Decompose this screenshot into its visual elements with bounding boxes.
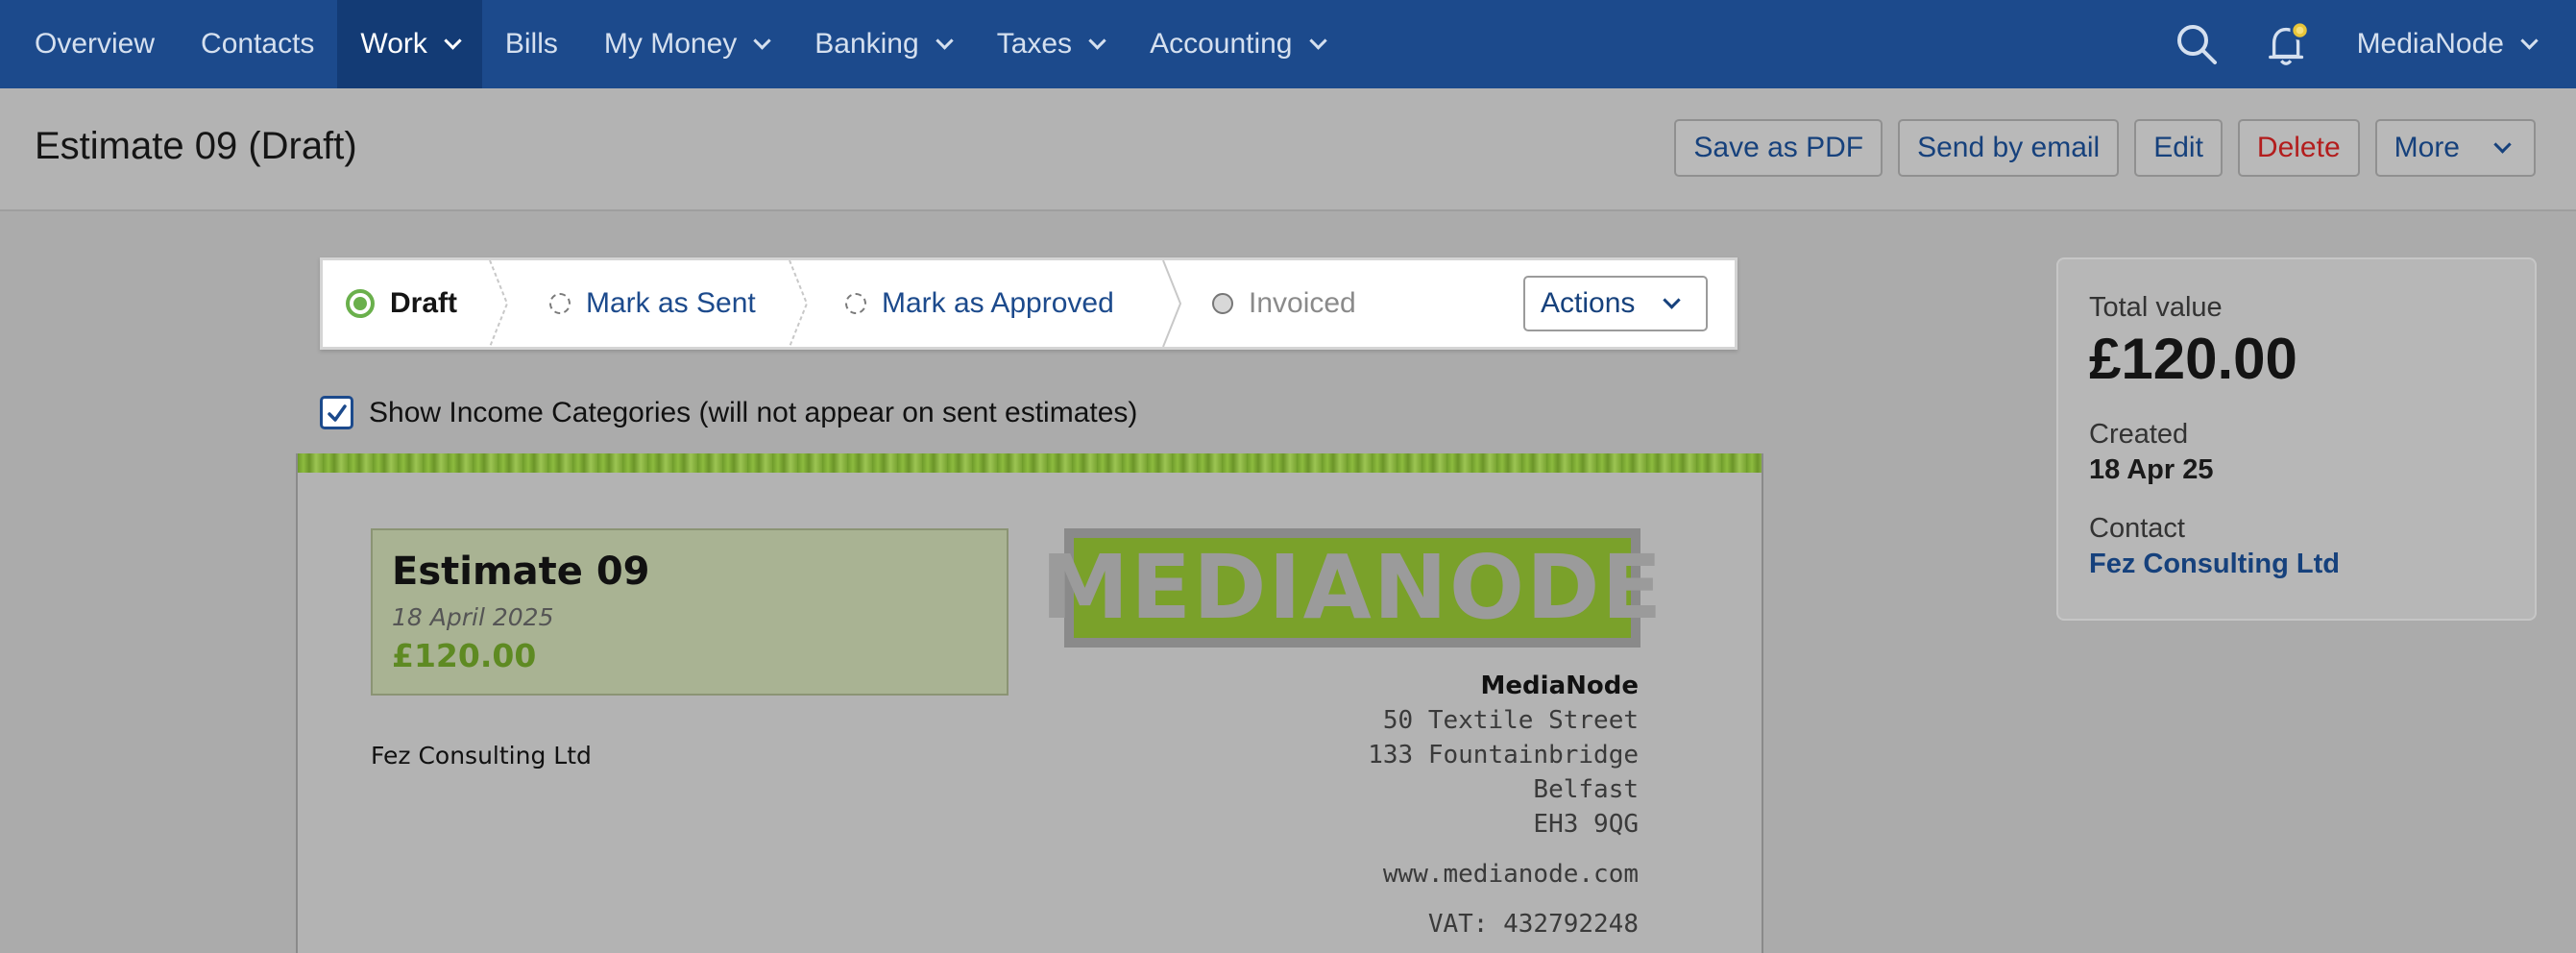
estimate-document: Estimate 09 18 April 2025 £120.00 Fez Co… — [296, 453, 1763, 953]
check-circle-icon — [346, 289, 375, 318]
top-navigation: Overview Contacts Work Bills My Money Ba… — [0, 0, 2576, 88]
company-city: Belfast — [1533, 775, 1639, 804]
chevron-down-icon — [2520, 31, 2539, 50]
nav-banking[interactable]: Banking — [791, 0, 973, 88]
nav-taxes[interactable]: Taxes — [974, 0, 1127, 88]
total-value-label: Total value — [2089, 292, 2223, 323]
actions-dropdown-label: Actions — [1541, 287, 1636, 319]
save-as-pdf-button[interactable]: Save as PDF — [1674, 119, 1883, 177]
estimate-date: 18 April 2025 — [392, 603, 554, 631]
company-name: MediaNode — [1480, 672, 1639, 700]
search-icon[interactable] — [2173, 20, 2221, 68]
step-draft: Draft — [346, 260, 457, 347]
nav-overview-label: Overview — [35, 28, 156, 60]
disabled-circle-icon — [1212, 293, 1233, 314]
summary-panel: Total value £120.00 Created 18 Apr 25 Co… — [2056, 257, 2537, 621]
nav-bills[interactable]: Bills — [482, 0, 581, 88]
step-separator — [789, 260, 809, 347]
more-button[interactable]: More — [2374, 119, 2536, 177]
nav-banking-label: Banking — [814, 28, 919, 60]
income-categories-label: Show Income Categories (will not appear … — [369, 396, 1138, 428]
created-label: Created — [2089, 419, 2189, 450]
page-title: Estimate 09 (Draft) — [35, 125, 357, 167]
step-separator — [1162, 260, 1182, 347]
nav-taxes-label: Taxes — [996, 28, 1073, 60]
nav-contacts[interactable]: Contacts — [178, 0, 337, 88]
page-header: Estimate 09 (Draft) Save as PDF Send by … — [0, 88, 2576, 211]
header-actions: Save as PDF Send by email Edit Delete Mo… — [1659, 119, 2536, 177]
delete-button[interactable]: Delete — [2237, 119, 2360, 177]
company-vat: VAT: 432792248 — [1427, 910, 1639, 939]
company-postcode: EH3 9QG — [1533, 810, 1639, 839]
show-income-categories[interactable]: Show Income Categories (will not appear … — [320, 396, 1137, 429]
company-logo: MEDIANODE — [1041, 528, 1662, 648]
pending-circle-icon — [549, 293, 571, 314]
chevron-down-icon — [1308, 31, 1327, 50]
company-address-line1: 50 Textile Street — [1382, 706, 1639, 735]
nav-accounting-label: Accounting — [1150, 28, 1293, 60]
chevron-down-icon — [1088, 31, 1106, 50]
step-separator — [489, 260, 509, 347]
nav-right-group: MediaNode — [2173, 0, 2576, 88]
chevron-down-icon — [2493, 134, 2512, 154]
company-logo-text: MEDIANODE — [1040, 536, 1665, 639]
chevron-down-icon — [753, 31, 771, 50]
nav-contacts-label: Contacts — [201, 28, 315, 60]
chevron-down-icon — [444, 31, 462, 50]
actions-dropdown[interactable]: Actions — [1523, 276, 1708, 331]
contact-label: Contact — [2089, 513, 2185, 544]
income-categories-checkbox[interactable] — [320, 396, 353, 429]
nav-my-money[interactable]: My Money — [581, 0, 791, 88]
bell-icon[interactable] — [2265, 20, 2313, 68]
nav-work-label: Work — [360, 28, 427, 60]
step-invoiced-label: Invoiced — [1249, 287, 1356, 319]
company-address: MediaNode 50 Textile Street 133 Fountain… — [1368, 669, 1639, 941]
step-mark-as-approved[interactable]: Mark as Approved — [845, 260, 1114, 347]
estimate-amount: £120.00 — [392, 637, 537, 674]
company-logo-image: MEDIANODE — [1041, 538, 1662, 638]
step-mark-as-approved-label: Mark as Approved — [882, 287, 1114, 319]
nav-bills-label: Bills — [504, 28, 558, 60]
step-mark-as-sent-label: Mark as Sent — [586, 287, 756, 319]
chevron-down-icon — [1663, 290, 1682, 309]
document-header-stripe — [298, 453, 1762, 473]
status-stepper: Draft Mark as Sent Mark as Approved Invo… — [320, 257, 1738, 350]
nav-work[interactable]: Work — [337, 0, 482, 88]
step-invoiced: Invoiced — [1212, 260, 1356, 347]
client-name: Fez Consulting Ltd — [371, 742, 592, 770]
nav-accounting[interactable]: Accounting — [1127, 0, 1347, 88]
contact-link[interactable]: Fez Consulting Ltd — [2089, 549, 2504, 580]
send-by-email-button[interactable]: Send by email — [1898, 119, 2120, 177]
estimate-title: Estimate 09 — [392, 550, 650, 594]
total-value: £120.00 — [2089, 327, 2297, 391]
pending-circle-icon — [845, 293, 866, 314]
account-name: MediaNode — [2356, 28, 2504, 60]
nav-my-money-label: My Money — [603, 28, 738, 60]
created-date: 18 Apr 25 — [2089, 454, 2214, 485]
check-icon — [327, 403, 347, 422]
more-button-label: More — [2394, 132, 2460, 163]
estimate-summary-box: Estimate 09 18 April 2025 £120.00 — [371, 528, 1009, 696]
step-mark-as-sent[interactable]: Mark as Sent — [549, 260, 756, 347]
company-website: www.medianode.com — [1382, 860, 1639, 889]
chevron-down-icon — [935, 31, 954, 50]
edit-button[interactable]: Edit — [2134, 119, 2223, 177]
nav-overview[interactable]: Overview — [0, 0, 178, 88]
account-menu[interactable]: MediaNode — [2356, 28, 2539, 61]
step-draft-label: Draft — [390, 287, 458, 319]
company-address-line2: 133 Fountainbridge — [1368, 741, 1639, 770]
